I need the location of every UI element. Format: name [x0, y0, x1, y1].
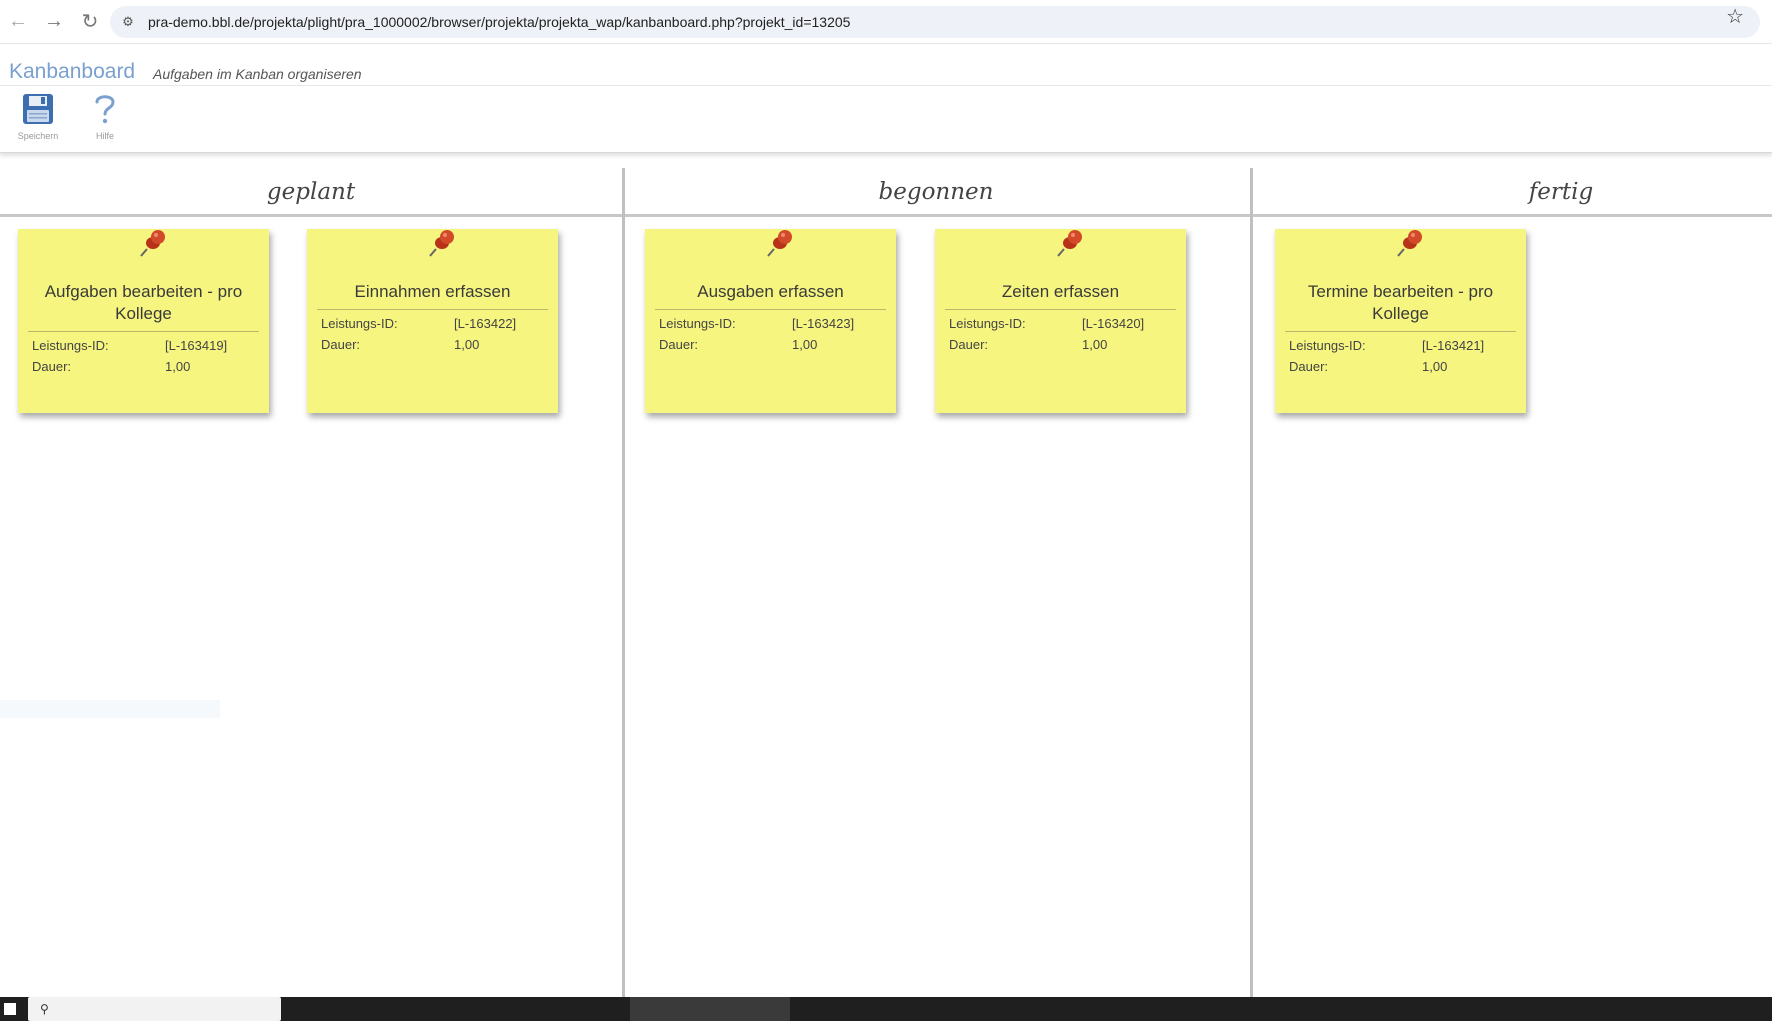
pushpin-icon: [1397, 230, 1422, 257]
column-separator[interactable]: [622, 168, 625, 997]
duration-label: Dauer:: [321, 337, 361, 352]
id-value: [L-163419]: [165, 338, 228, 353]
header-divider: [0, 214, 1772, 217]
save-label: Speichern: [17, 131, 59, 141]
site-settings-icon[interactable]: ⚙: [120, 14, 136, 30]
id-label: Leistungs-ID:: [321, 316, 398, 331]
duration-label: Dauer:: [32, 359, 72, 374]
id-label: Leistungs-ID:: [949, 316, 1026, 331]
search-icon: ⚲: [40, 1002, 49, 1016]
duration-label: Dauer:: [1289, 359, 1329, 374]
taskbar-active-window[interactable]: [630, 997, 790, 1021]
card-id-row: Leistungs-ID: [L-163423]: [655, 316, 886, 331]
card-title: Ausgaben erfassen: [655, 281, 886, 310]
faded-overlay: [0, 700, 220, 718]
page-subtitle: Aufgaben im Kanban organiseren: [153, 66, 362, 82]
back-arrow-icon[interactable]: ←: [0, 4, 36, 40]
id-value: [L-163422]: [454, 316, 517, 331]
page-title: Kanbanboard: [9, 60, 136, 83]
id-value: [L-163421]: [1422, 338, 1485, 353]
duration-value: 1,00: [454, 337, 480, 352]
id-label: Leistungs-ID:: [659, 316, 736, 331]
card-duration-row: Dauer: 1,00: [945, 337, 1176, 352]
task-card[interactable]: Aufgaben bearbeiten - pro Kollege Leistu…: [18, 229, 269, 413]
help-label: Hilfe: [95, 131, 114, 141]
duration-value: 1,00: [1422, 359, 1448, 374]
os-taskbar: ⚲: [0, 997, 1772, 1021]
card-title: Zeiten erfassen: [945, 281, 1176, 310]
help-button[interactable]: Hilfe: [75, 91, 135, 141]
card-duration-row: Dauer: 1,00: [655, 337, 886, 352]
duration-value: 1,00: [792, 337, 818, 352]
task-card[interactable]: Zeiten erfassen Leistungs-ID: [L-163420]…: [935, 229, 1186, 413]
pushpin-icon: [429, 230, 454, 257]
duration-label: Dauer:: [659, 337, 699, 352]
card-id-row: Leistungs-ID: [L-163422]: [317, 316, 548, 331]
task-card[interactable]: Einnahmen erfassen Leistungs-ID: [L-1634…: [307, 229, 558, 413]
address-bar[interactable]: ⚙ pra-demo.bbl.de/projekta/plight/pra_10…: [110, 6, 1760, 38]
card-duration-row: Dauer: 1,00: [28, 359, 259, 374]
task-card[interactable]: Termine bearbeiten - pro Kollege Leistun…: [1275, 229, 1526, 413]
browser-toolbar: ← → ↻ ⚙ pra-demo.bbl.de/projekta/plight/…: [0, 0, 1772, 44]
column-separator[interactable]: [1250, 168, 1253, 997]
forward-arrow-icon[interactable]: →: [36, 4, 72, 40]
column-header-geplant: geplant: [266, 178, 356, 205]
pushpin-icon: [767, 230, 792, 257]
bookmark-star-icon[interactable]: ☆: [1726, 4, 1744, 29]
card-duration-row: Dauer: 1,00: [1285, 359, 1516, 374]
card-title: Termine bearbeiten - pro Kollege: [1285, 281, 1516, 332]
id-label: Leistungs-ID:: [32, 338, 109, 353]
id-label: Leistungs-ID:: [1289, 338, 1366, 353]
title-divider: [0, 85, 1772, 86]
kanban-board: geplant begonnen fertig Aufgaben bearbei…: [0, 168, 1772, 997]
card-duration-row: Dauer: 1,00: [317, 337, 548, 352]
column-header-fertig: fertig: [1528, 178, 1594, 205]
card-title: Einnahmen erfassen: [317, 281, 548, 310]
help-icon: [93, 91, 117, 127]
pushpin-icon: [1057, 230, 1082, 257]
url-text[interactable]: pra-demo.bbl.de/projekta/plight/pra_1000…: [148, 14, 850, 30]
save-icon: [22, 91, 54, 127]
column-header-begonnen: begonnen: [878, 178, 994, 205]
card-id-row: Leistungs-ID: [L-163420]: [945, 316, 1176, 331]
duration-value: 1,00: [165, 359, 191, 374]
duration-label: Dauer:: [949, 337, 989, 352]
start-icon[interactable]: [4, 1003, 16, 1015]
pushpin-icon: [140, 230, 165, 257]
app-header: Kanbanboard Aufgaben im Kanban organiser…: [0, 51, 1772, 153]
reload-icon[interactable]: ↻: [72, 4, 108, 40]
taskbar-search[interactable]: ⚲: [28, 997, 281, 1021]
id-value: [L-163420]: [1082, 316, 1145, 331]
card-id-row: Leistungs-ID: [L-163419]: [28, 338, 259, 353]
id-value: [L-163423]: [792, 316, 855, 331]
card-id-row: Leistungs-ID: [L-163421]: [1285, 338, 1516, 353]
save-button[interactable]: Speichern: [8, 91, 68, 141]
task-card[interactable]: Ausgaben erfassen Leistungs-ID: [L-16342…: [645, 229, 896, 413]
duration-value: 1,00: [1082, 337, 1108, 352]
card-title: Aufgaben bearbeiten - pro Kollege: [28, 281, 259, 332]
